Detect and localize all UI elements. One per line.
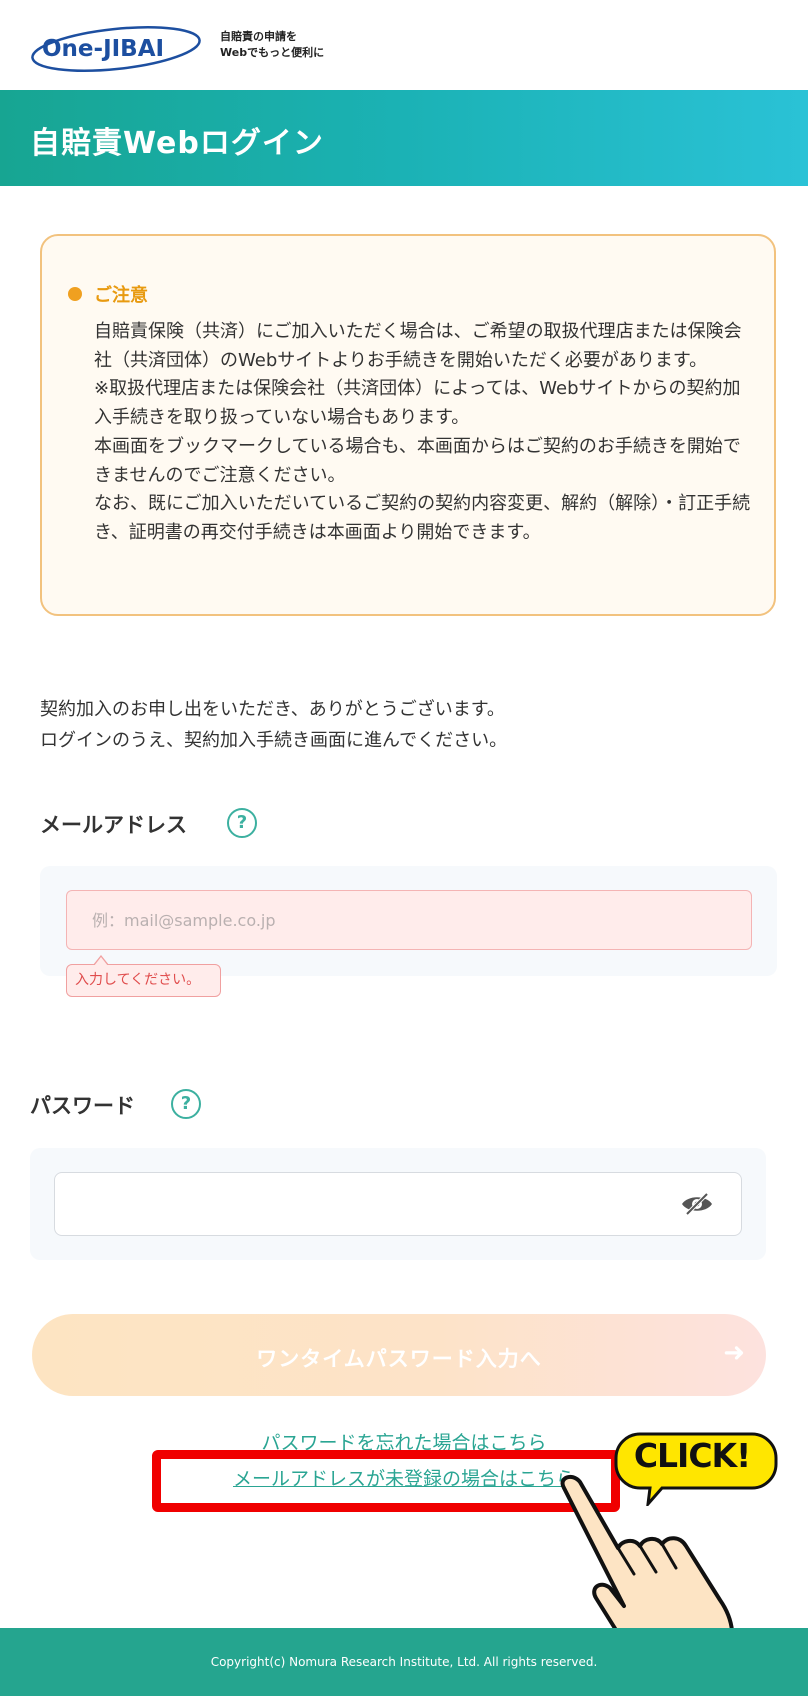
copyright-text: Copyright(c) Nomura Research Institute, …: [210, 1655, 598, 1669]
notice-title: ご注意: [94, 285, 148, 306]
site-footer: Copyright(c) Nomura Research Institute, …: [0, 1628, 808, 1696]
email-label: メールアドレス: [40, 813, 187, 837]
intro-text: 契約加入のお申し出をいただき、ありがとうございます。 ログインのうえ、契約加入手…: [40, 699, 508, 751]
email-input[interactable]: [66, 890, 752, 950]
site-header: One-JIBAI 自賠責の申請を Webでもっと便利に: [0, 0, 808, 90]
title-bar: 自賠責Webログイン: [0, 90, 808, 186]
page-title: 自賠責Webログイン: [30, 126, 324, 161]
eye-off-icon[interactable]: [680, 1192, 714, 1216]
tagline-line-1: 自賠責の申請を: [220, 30, 297, 43]
tagline: 自賠責の申請を Webでもっと便利に: [220, 29, 324, 61]
email-error-message: 入力してください。: [66, 955, 221, 997]
notice-box: ご注意 自賠責保険（共済）にご加入いただく場合は、ご希望の取扱代理店または保険会…: [40, 234, 776, 616]
notice-body: 自賠責保険（共済）にご加入いただく場合は、ご希望の取扱代理店または保険会社（共済…: [94, 321, 751, 543]
question-circle-icon[interactable]: ?: [227, 808, 257, 838]
bullet-dot-icon: [68, 287, 82, 301]
one-time-password-button[interactable]: ワンタイムパスワード入力へ ➜: [32, 1314, 766, 1396]
arrow-right-icon: ➜: [723, 1338, 746, 1368]
tagline-line-2: Webでもっと便利に: [220, 46, 325, 59]
one-jibai-logo[interactable]: One-JIBAI: [28, 22, 210, 74]
password-label: パスワード: [30, 1094, 135, 1118]
question-circle-icon[interactable]: ?: [171, 1089, 201, 1119]
otp-button-label: ワンタイムパスワード入力へ: [256, 1347, 542, 1371]
logo-text: One-JIBAI: [42, 36, 164, 62]
password-input[interactable]: [54, 1172, 742, 1236]
